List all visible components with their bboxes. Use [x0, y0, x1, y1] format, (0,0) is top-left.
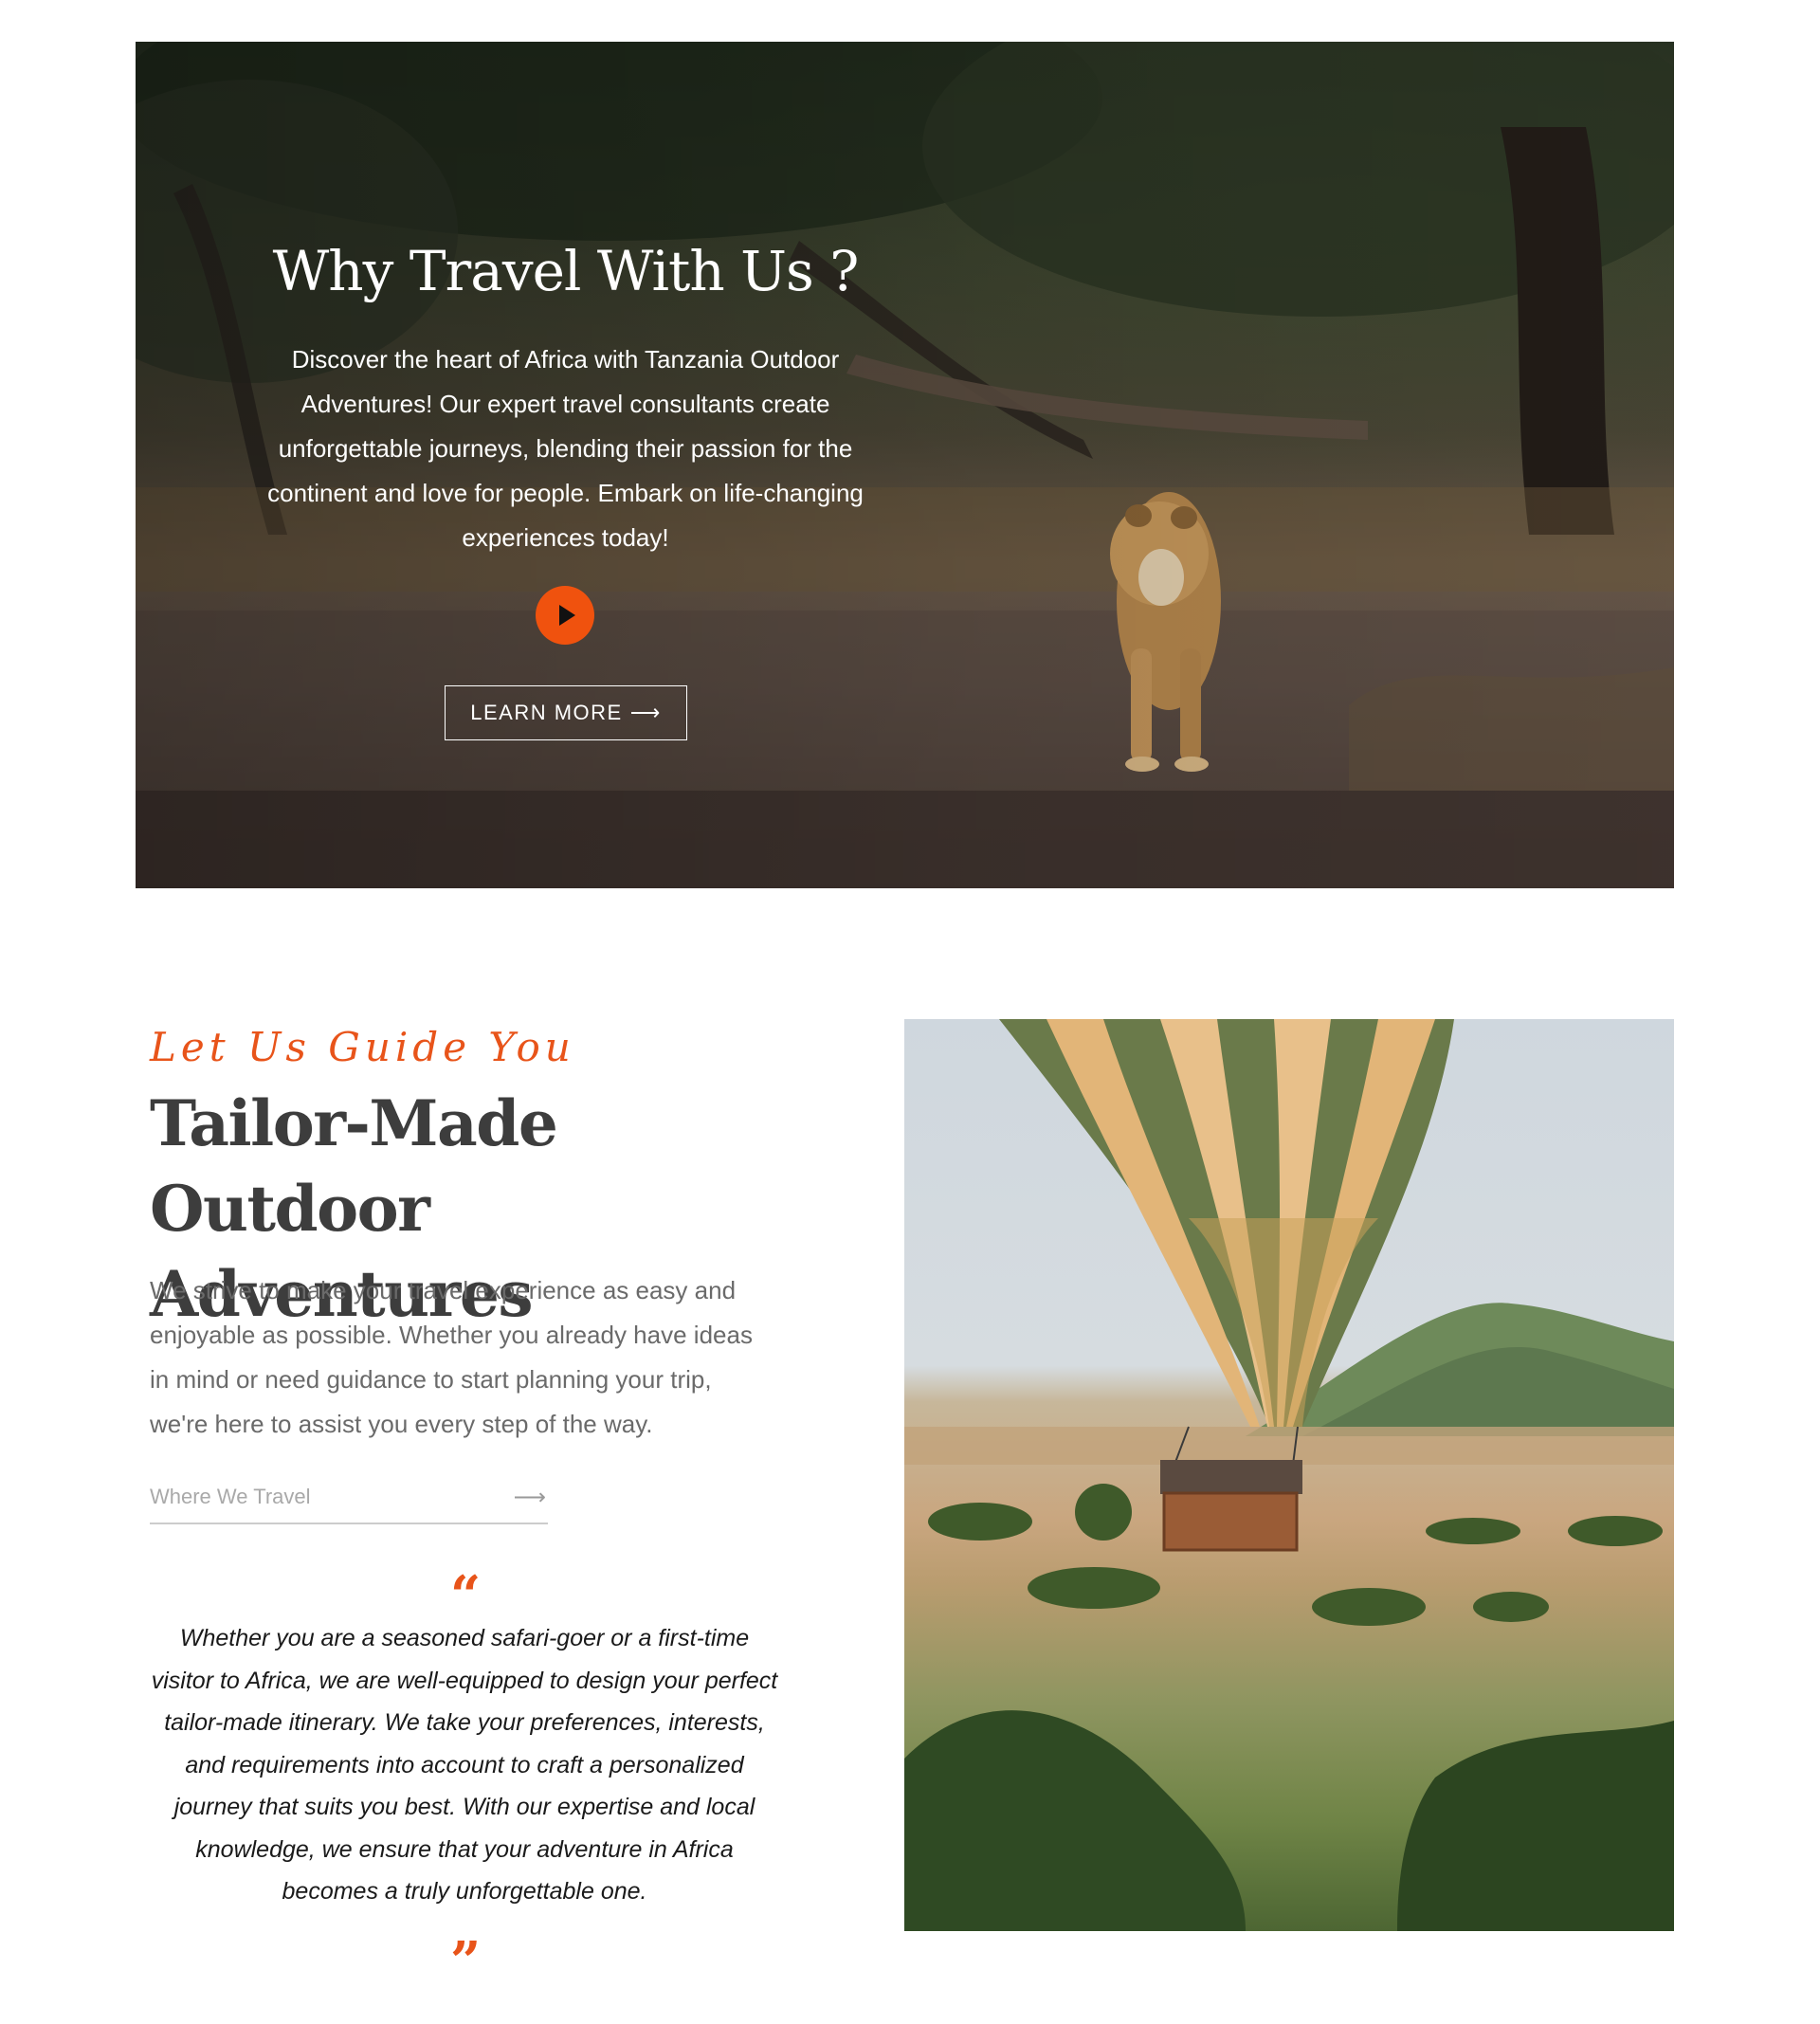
play-video-button[interactable]: [536, 586, 594, 645]
section-subtitle: Let Us Guide You: [150, 1024, 575, 1070]
learn-more-label: LEARN MORE: [470, 701, 623, 724]
hero-title: Why Travel With Us ?: [272, 239, 860, 303]
arrow-right-icon: ⟶: [629, 701, 662, 724]
learn-more-button[interactable]: LEARN MORE ⟶: [445, 685, 687, 740]
testimonial-quote: Whether you are a seasoned safari-goer o…: [151, 1625, 778, 1905]
where-we-travel-link[interactable]: Where We Travel ⟶: [150, 1471, 548, 1524]
play-icon: [559, 605, 575, 626]
section-body: We strive to make your travel experience…: [150, 1276, 753, 1438]
hot-air-balloon-photo: [904, 1019, 1674, 1931]
arrow-right-icon: ⟶: [513, 1484, 546, 1510]
where-we-travel-label: Where We Travel: [150, 1485, 311, 1508]
close-quote-icon: ”: [450, 1930, 482, 1993]
why-travel-hero: Why Travel With Us ? Discover the heart …: [136, 42, 1674, 888]
hero-description: Discover the heart of Africa with Tanzan…: [267, 345, 864, 552]
